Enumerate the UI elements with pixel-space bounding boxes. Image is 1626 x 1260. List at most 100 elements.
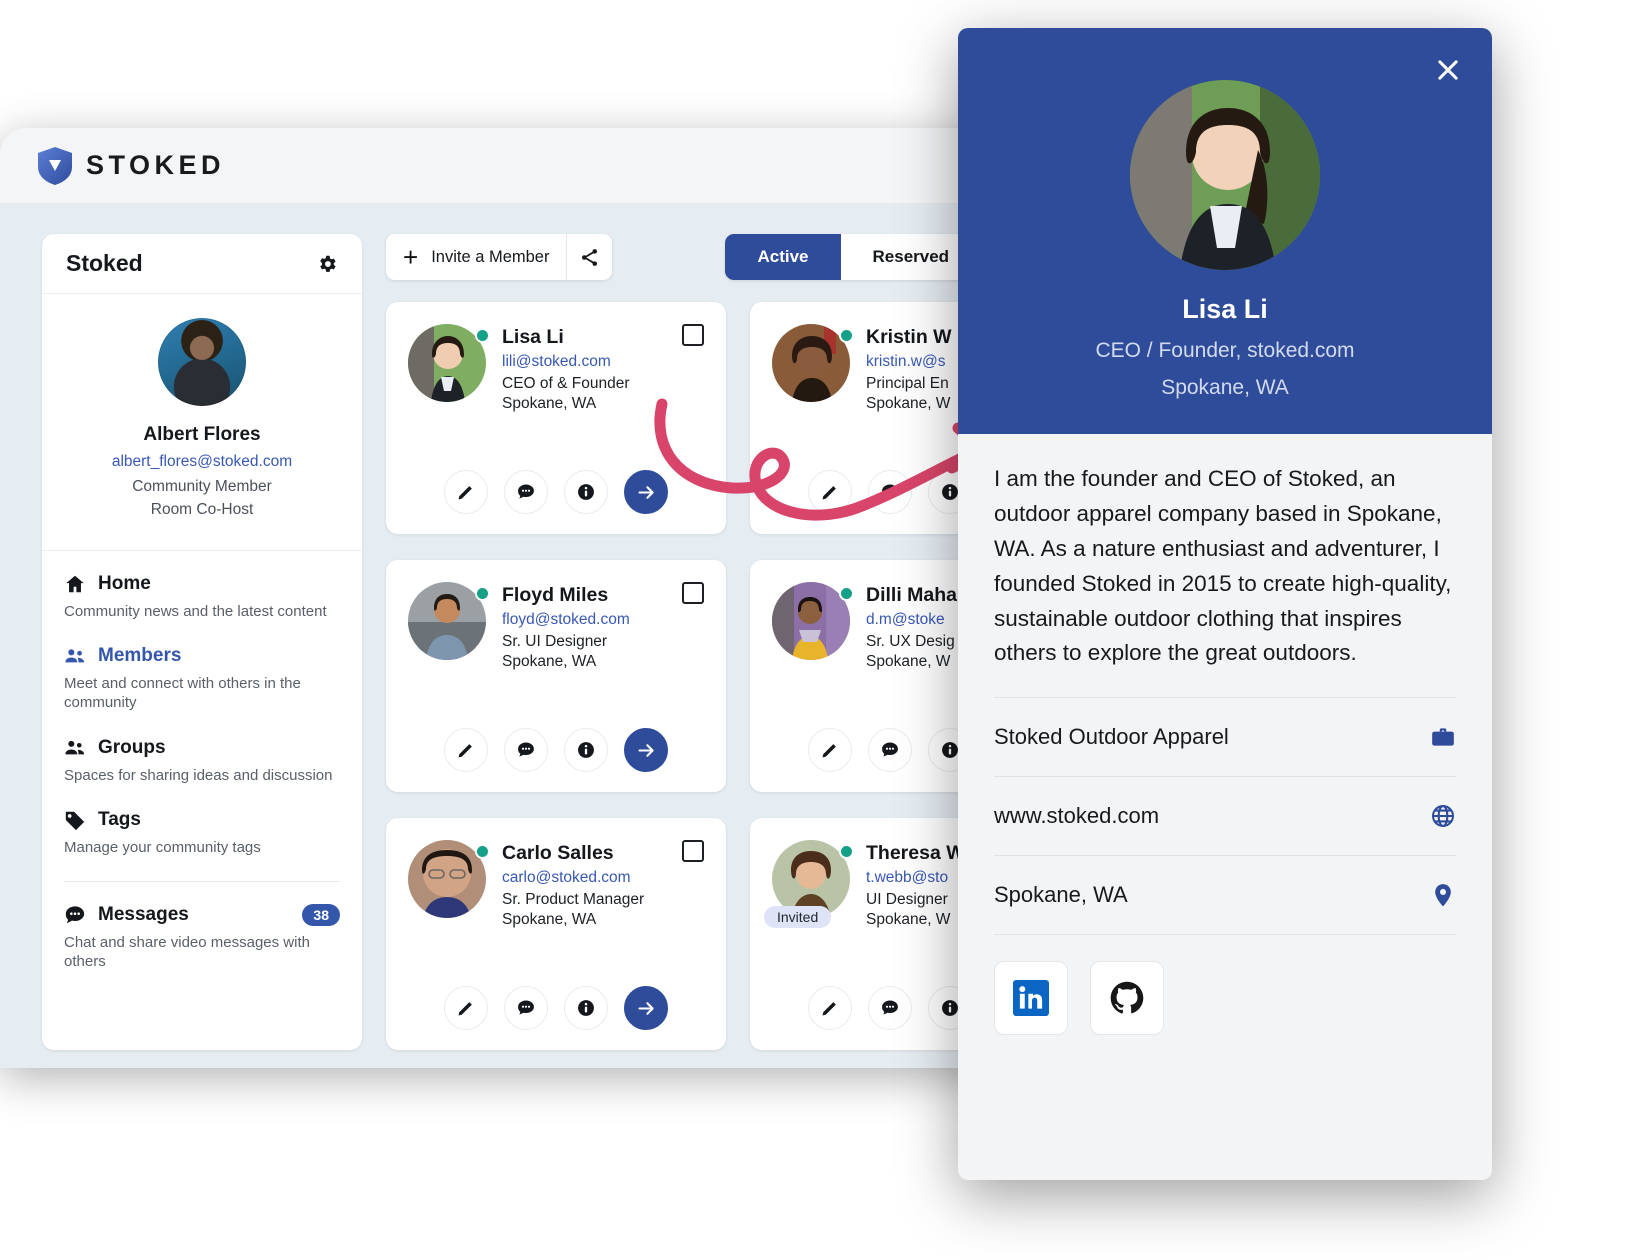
modal-row-company[interactable]: Stoked Outdoor Apparel bbox=[994, 697, 1456, 776]
home-icon bbox=[64, 573, 86, 595]
pencil-icon[interactable] bbox=[808, 986, 852, 1030]
arrow-right-icon[interactable] bbox=[624, 986, 668, 1030]
member-email[interactable]: floyd@stoked.com bbox=[502, 611, 666, 629]
github-icon[interactable] bbox=[1090, 961, 1164, 1036]
app-header: STOKED bbox=[0, 128, 1090, 204]
gear-icon[interactable] bbox=[316, 253, 338, 275]
member-email[interactable]: lili@stoked.com bbox=[502, 353, 666, 371]
modal-row-location[interactable]: Spokane, WA bbox=[994, 855, 1456, 934]
sidebar-item-desc: Chat and share video messages with other… bbox=[64, 933, 310, 971]
share-icon bbox=[579, 247, 600, 268]
sidebar-nav: Home Community news and the latest conte… bbox=[42, 551, 362, 971]
info-icon[interactable] bbox=[564, 470, 608, 514]
profile-name: Albert Flores bbox=[143, 424, 261, 445]
member-card[interactable]: Floyd Miles floyd@stoked.com Sr. UI Desi… bbox=[386, 560, 726, 792]
member-name: Carlo Salles bbox=[502, 842, 614, 864]
modal-row-website[interactable]: www.stoked.com bbox=[994, 776, 1456, 855]
map-pin-icon bbox=[1430, 882, 1456, 908]
member-card[interactable]: Lisa Li lili@stoked.com CEO of & Founder… bbox=[386, 302, 726, 534]
sidebar-item-members[interactable]: Members Meet and connect with others in … bbox=[64, 645, 340, 712]
company-name: Stoked Outdoor Apparel bbox=[994, 724, 1229, 750]
linkedin-icon[interactable] bbox=[994, 961, 1068, 1036]
arrow-right-icon[interactable] bbox=[624, 470, 668, 514]
more-chat-icon[interactable] bbox=[504, 986, 548, 1030]
profile-role-secondary: Room Co-Host bbox=[150, 501, 254, 518]
pencil-icon[interactable] bbox=[808, 728, 852, 772]
invited-badge: Invited bbox=[764, 906, 832, 928]
briefcase-icon bbox=[1430, 724, 1456, 750]
close-icon[interactable] bbox=[1434, 56, 1462, 84]
avatar-wrap bbox=[772, 582, 854, 660]
sidebar-item-messages[interactable]: Messages 38 Chat and share video message… bbox=[64, 903, 340, 971]
sidebar-item-desc: Meet and connect with others in the comm… bbox=[64, 675, 301, 712]
info-icon[interactable] bbox=[564, 986, 608, 1030]
member-email[interactable]: carlo@stoked.com bbox=[502, 869, 666, 887]
select-checkbox[interactable] bbox=[682, 840, 704, 862]
modal-name: Lisa Li bbox=[1182, 294, 1268, 324]
member-role: Sr. Product Manager bbox=[502, 891, 645, 908]
sidebar-header: Stoked bbox=[42, 234, 362, 294]
member-location: Spokane, WA bbox=[502, 395, 597, 413]
modal-subtitle: CEO / Founder, stoked.com bbox=[1095, 339, 1355, 362]
sidebar-item-groups[interactable]: Groups Spaces for sharing ideas and disc… bbox=[64, 737, 340, 785]
pencil-icon[interactable] bbox=[444, 986, 488, 1030]
avatar-wrap bbox=[408, 324, 490, 402]
sidebar-item-label: Messages bbox=[98, 903, 189, 925]
invite-member-button[interactable]: + Invite a Member bbox=[386, 234, 566, 280]
member-location: Spokane, WA bbox=[502, 911, 597, 929]
sidebar-profile: Albert Flores albert_flores@stoked.com C… bbox=[42, 294, 362, 551]
tag-icon bbox=[64, 809, 86, 831]
invite-member-label: Invite a Member bbox=[431, 247, 550, 266]
app-window: STOKED Stoked Albert Flores albert_flore… bbox=[0, 128, 1090, 1068]
sidebar-item-desc: Community news and the latest content bbox=[64, 603, 327, 620]
member-location: Spokane, WA bbox=[502, 653, 597, 671]
status-badge: 38 bbox=[302, 903, 340, 926]
avatar bbox=[158, 318, 246, 406]
share-button[interactable] bbox=[566, 234, 612, 280]
member-name: Lisa Li bbox=[502, 326, 564, 348]
member-name: Floyd Miles bbox=[502, 584, 609, 606]
member-card[interactable]: Carlo Salles carlo@stoked.com Sr. Produc… bbox=[386, 818, 726, 1050]
pencil-icon[interactable] bbox=[808, 470, 852, 514]
profile-email[interactable]: albert_flores@stoked.com bbox=[62, 453, 342, 471]
sidebar-item-label: Tags bbox=[98, 808, 141, 830]
avatar-wrap bbox=[772, 324, 854, 402]
status-dot bbox=[475, 586, 490, 601]
website-url: www.stoked.com bbox=[994, 803, 1160, 829]
modal-header: Lisa Li CEO / Founder, stoked.com Spokan… bbox=[958, 28, 1492, 434]
more-chat-icon[interactable] bbox=[868, 728, 912, 772]
card-actions bbox=[386, 986, 726, 1030]
card-actions bbox=[386, 470, 726, 514]
sidebar: Stoked Albert Flores albert_flores@stoke… bbox=[42, 234, 362, 1050]
arrow-right-icon[interactable] bbox=[624, 728, 668, 772]
pencil-icon[interactable] bbox=[444, 470, 488, 514]
chat-icon bbox=[64, 904, 86, 926]
status-tabs: Active Reserved bbox=[725, 234, 982, 280]
tab-active[interactable]: Active bbox=[725, 234, 841, 280]
sidebar-item-home[interactable]: Home Community news and the latest conte… bbox=[64, 573, 340, 621]
app-body: Stoked Albert Flores albert_flores@stoke… bbox=[0, 204, 1090, 1050]
sidebar-item-label: Home bbox=[98, 573, 151, 594]
select-checkbox[interactable] bbox=[682, 582, 704, 604]
pencil-icon[interactable] bbox=[444, 728, 488, 772]
more-chat-icon[interactable] bbox=[504, 470, 548, 514]
select-checkbox[interactable] bbox=[682, 324, 704, 346]
modal-bio: I am the founder and CEO of Stoked, an o… bbox=[994, 466, 1452, 666]
status-dot bbox=[839, 328, 854, 343]
more-chat-icon[interactable] bbox=[504, 728, 548, 772]
brand-name: STOKED bbox=[86, 150, 226, 180]
avatar-wrap: Invited bbox=[764, 840, 854, 928]
members-icon bbox=[64, 645, 86, 667]
plus-icon: + bbox=[403, 242, 419, 272]
avatar bbox=[1130, 80, 1320, 270]
member-role: CEO of & Founder bbox=[502, 375, 630, 392]
groups-icon bbox=[64, 737, 86, 759]
more-chat-icon[interactable] bbox=[868, 986, 912, 1030]
info-icon[interactable] bbox=[564, 728, 608, 772]
invite-group: + Invite a Member bbox=[386, 234, 613, 280]
more-chat-icon[interactable] bbox=[868, 470, 912, 514]
card-actions bbox=[386, 728, 726, 772]
social-links bbox=[994, 934, 1456, 1036]
sidebar-title: Stoked bbox=[66, 250, 143, 276]
sidebar-item-tags[interactable]: Tags Manage your community tags bbox=[64, 809, 340, 857]
